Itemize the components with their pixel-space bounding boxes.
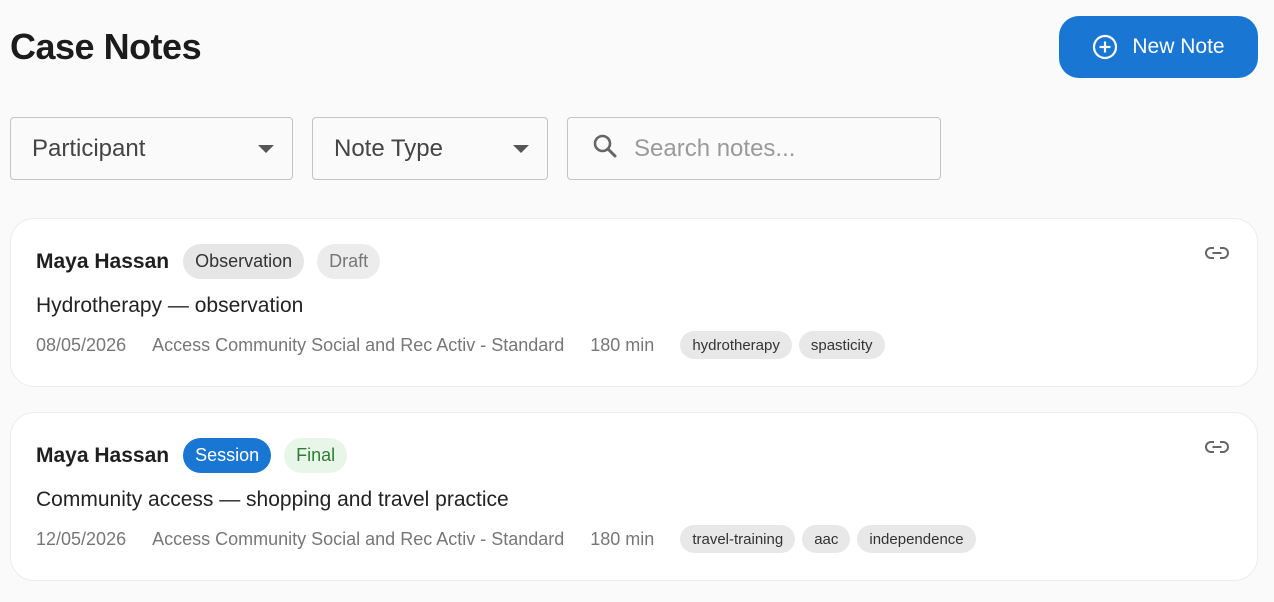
- tag-chip: independence: [857, 525, 976, 553]
- status-badge: Final: [284, 438, 348, 473]
- chevron-down-icon: [513, 144, 529, 153]
- participant-select-label: Participant: [32, 134, 146, 162]
- search-input[interactable]: [634, 134, 914, 163]
- note-date: 08/05/2026: [36, 334, 127, 355]
- note-type-select[interactable]: Note Type: [312, 117, 548, 180]
- page-title: Case Notes: [10, 26, 202, 67]
- note-card[interactable]: Maya Hassan Observation Draft Hydrothera…: [10, 218, 1258, 387]
- note-duration: 180 min: [590, 528, 655, 549]
- note-duration: 180 min: [590, 334, 655, 355]
- link-icon[interactable]: [1205, 246, 1229, 265]
- note-date: 12/05/2026: [36, 528, 127, 549]
- plus-circle-icon: [1092, 34, 1118, 60]
- participant-name: Maya Hassan: [36, 249, 170, 273]
- participant-select[interactable]: Participant: [10, 117, 293, 180]
- tag-chip: aac: [802, 525, 851, 553]
- note-type-badge: Observation: [183, 244, 305, 279]
- note-service: Access Community Social and Rec Activ - …: [152, 334, 565, 355]
- note-service: Access Community Social and Rec Activ - …: [152, 528, 565, 549]
- new-note-label: New Note: [1132, 35, 1225, 58]
- participant-name: Maya Hassan: [36, 443, 170, 467]
- tag-chip: travel-training: [680, 525, 796, 553]
- link-icon[interactable]: [1205, 440, 1229, 459]
- note-title: Community access — shopping and travel p…: [36, 488, 509, 511]
- status-badge: Draft: [317, 244, 381, 279]
- new-note-button[interactable]: New Note: [1059, 16, 1258, 78]
- note-type-badge: Session: [183, 438, 272, 473]
- tag-chip: hydrotherapy: [680, 331, 792, 359]
- chevron-down-icon: [258, 144, 274, 153]
- note-card[interactable]: Maya Hassan Session Final Community acce…: [10, 412, 1258, 581]
- search-field: [567, 117, 941, 180]
- search-icon: [592, 133, 618, 164]
- note-title: Hydrotherapy — observation: [36, 294, 304, 317]
- tag-chip: spasticity: [798, 331, 885, 359]
- note-type-select-label: Note Type: [334, 134, 443, 162]
